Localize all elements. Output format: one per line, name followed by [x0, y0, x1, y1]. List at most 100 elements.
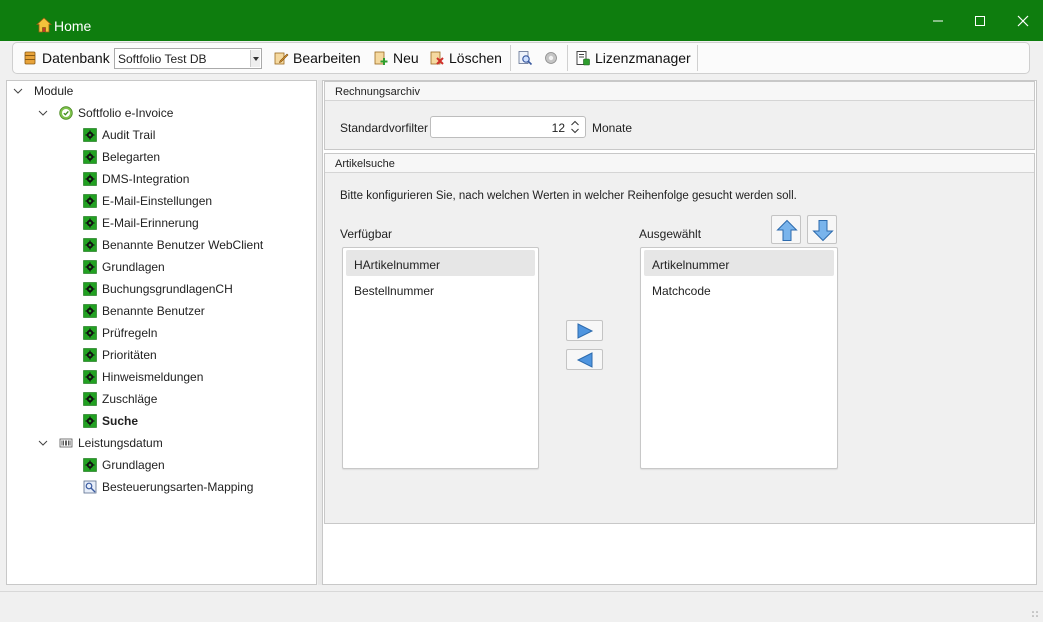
toolbar: Datenbank Softfolio Test DB Bearbeiten N… [12, 42, 1030, 74]
tree-item[interactable]: DMS-Integration [83, 169, 189, 189]
module-tree: Module Softfolio e-Invoice Audit Trail Be… [6, 80, 317, 585]
artikelsuche-group: Artikelsuche Bitte konfigurieren Sie, na… [324, 153, 1035, 524]
home-icon [36, 17, 52, 33]
license-manager-label: Lizenzmanager [595, 50, 691, 66]
available-list[interactable]: HArtikelnummer Bestellnummer [342, 247, 539, 469]
tree-item-label: Grundlagen [102, 260, 165, 274]
list-item[interactable]: Bestellnummer [346, 276, 535, 302]
tree-item[interactable]: Belegarten [83, 147, 160, 167]
delete-button[interactable]: Löschen [429, 43, 502, 73]
database-select[interactable]: Softfolio Test DB [114, 48, 262, 69]
gear-icon [83, 128, 97, 142]
arrow-up-icon [776, 219, 798, 241]
tree-item[interactable]: Benannte Benutzer WebClient [83, 235, 263, 255]
tree-node-einvoice[interactable]: Softfolio e-Invoice [38, 103, 173, 123]
gear-icon [83, 194, 97, 208]
close-button[interactable] [1008, 8, 1038, 34]
gear-icon [83, 282, 97, 296]
tree-item[interactable]: Zuschläge [83, 389, 157, 409]
new-button[interactable]: Neu [373, 43, 419, 73]
tree-item-label: Belegarten [102, 150, 161, 164]
tree-item[interactable]: BuchungsgrundlagenCH [83, 279, 233, 299]
settings-pane: Rechnungsarchiv Standardvorfilter 12 Mon… [322, 80, 1037, 585]
resize-grip-icon[interactable] [1031, 610, 1039, 618]
chevron-down-icon[interactable] [250, 50, 260, 67]
tree-item[interactable]: Grundlagen [83, 455, 165, 475]
toolbar-separator [510, 45, 511, 71]
delete-icon [430, 51, 444, 65]
filter-value: 12 [551, 121, 565, 135]
maximize-button[interactable] [965, 8, 995, 34]
minimize-icon [933, 20, 943, 22]
options-button[interactable] [543, 43, 563, 73]
license-icon [576, 51, 590, 66]
edit-icon [274, 52, 289, 65]
list-item[interactable]: HArtikelnummer [346, 250, 535, 276]
move-right-button[interactable] [566, 320, 603, 341]
toolbar-separator [567, 45, 568, 71]
window-title: Home [54, 18, 92, 34]
status-bar [0, 591, 1043, 622]
minimize-button[interactable] [923, 8, 953, 34]
tree-item-label: BuchungsgrundlagenCH [102, 282, 233, 296]
einvoice-check-icon [59, 106, 73, 120]
delete-label: Löschen [449, 50, 502, 66]
tree-item[interactable]: Audit Trail [83, 125, 155, 145]
tree-item-label: Hinweismeldungen [102, 370, 204, 384]
search-preview-button[interactable] [517, 43, 537, 73]
gear-icon [83, 326, 97, 340]
group-header: Rechnungsarchiv [325, 82, 1034, 101]
gear-icon [83, 150, 97, 164]
new-label: Neu [393, 50, 419, 66]
move-left-button[interactable] [566, 349, 603, 370]
chevron-down-icon[interactable] [38, 108, 48, 118]
database-label-group: Datenbank [22, 43, 110, 73]
tree-item-label: Benannte Benutzer [102, 304, 205, 318]
tree-node-leistungsdatum[interactable]: Leistungsdatum [38, 433, 163, 453]
gear-icon [83, 348, 97, 362]
tree-item[interactable]: Prüfregeln [83, 323, 157, 343]
gear-icon [83, 238, 97, 252]
tree-item-label: Besteuerungsarten-Mapping [102, 480, 254, 494]
tree-item-label: Prioritäten [102, 348, 157, 362]
arrow-left-icon [576, 352, 593, 368]
arrow-right-icon [577, 323, 594, 339]
tree-item[interactable]: E-Mail-Einstellungen [83, 191, 212, 211]
database-select-value: Softfolio Test DB [118, 52, 207, 66]
mapping-tool-icon [83, 480, 97, 494]
tree-item-label: Grundlagen [102, 458, 165, 472]
license-manager-button[interactable]: Lizenzmanager [575, 43, 691, 73]
tree-item[interactable]: Suche [83, 411, 138, 431]
edit-button[interactable]: Bearbeiten [273, 43, 361, 73]
filter-label: Standardvorfilter [340, 121, 429, 135]
tree-item[interactable]: E-Mail-Erinnerung [83, 213, 199, 233]
chevron-down-icon[interactable] [13, 86, 23, 96]
move-up-button[interactable] [771, 215, 801, 244]
gear-icon [83, 304, 97, 318]
tree-item-label: DMS-Integration [102, 172, 190, 186]
gear-icon [83, 370, 97, 384]
tree-item[interactable]: Besteuerungsarten-Mapping [83, 477, 253, 497]
tree-item[interactable]: Hinweismeldungen [83, 367, 203, 387]
selected-list[interactable]: Artikelnummer Matchcode [640, 247, 838, 469]
chevron-down-icon[interactable] [38, 438, 48, 448]
edit-label: Bearbeiten [293, 50, 361, 66]
group-header: Artikelsuche [325, 154, 1034, 173]
filter-spinner[interactable]: 12 [430, 116, 586, 138]
list-item[interactable]: Matchcode [644, 276, 834, 302]
gear-search-icon [545, 52, 557, 64]
tree-item[interactable]: Grundlagen [83, 257, 165, 277]
gear-icon [83, 414, 97, 428]
gear-icon [83, 172, 97, 186]
move-down-button[interactable] [807, 215, 837, 244]
tree-item[interactable]: Benannte Benutzer [83, 301, 205, 321]
tree-root[interactable]: Module [13, 81, 73, 101]
list-item[interactable]: Artikelnummer [644, 250, 834, 276]
tree-item-label: E-Mail-Erinnerung [102, 216, 199, 230]
tree-node-label: Leistungsdatum [78, 436, 163, 450]
tree-item[interactable]: Prioritäten [83, 345, 157, 365]
spinner-updown-icon[interactable] [570, 120, 580, 134]
gear-icon [83, 458, 97, 472]
tree-item-label: Benannte Benutzer WebClient [102, 238, 264, 252]
barcode-icon [59, 438, 73, 448]
